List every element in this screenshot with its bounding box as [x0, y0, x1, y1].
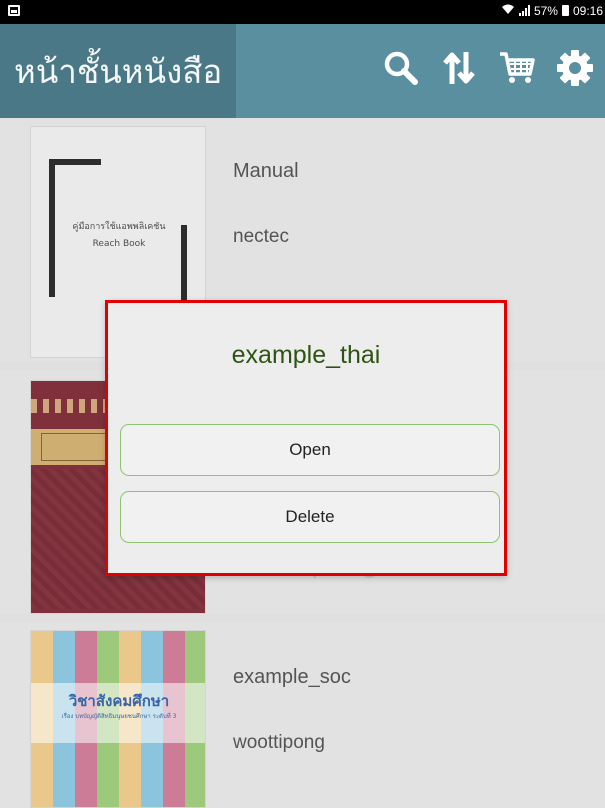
signal-icon [518, 5, 530, 16]
book-options-dialog: example_thai Open Delete [105, 300, 507, 576]
app-bar-actions [381, 46, 595, 90]
battery-icon [561, 5, 569, 16]
app-bar: หน้าชั้นหนังสือ [0, 24, 605, 118]
page-title: หน้าชั้นหนังสือ [0, 24, 236, 118]
search-icon[interactable] [381, 46, 421, 90]
open-button[interactable]: Open [120, 424, 500, 476]
delete-button[interactable]: Delete [120, 491, 500, 543]
cart-icon[interactable] [497, 46, 537, 90]
clock: 09:16 [572, 3, 603, 18]
notification-icon [8, 5, 20, 16]
status-bar: 57% 09:16 [0, 0, 605, 24]
status-bar-right: 57% 09:16 [501, 3, 603, 18]
battery-percent: 57% [533, 3, 558, 18]
sort-icon[interactable] [439, 46, 479, 90]
wifi-icon [501, 3, 515, 18]
dialog-title: example_thai [231, 341, 381, 369]
gear-icon[interactable] [555, 46, 595, 90]
